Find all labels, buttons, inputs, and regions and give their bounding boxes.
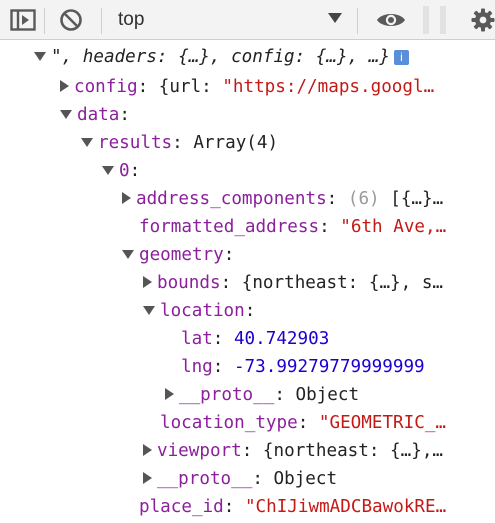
property-value: : <box>297 413 319 433</box>
tree-row-geometry-proto[interactable]: __proto__: Object <box>143 466 337 492</box>
array-length: (6) <box>347 189 380 209</box>
console-object-tree: ", headers: {…}, config: {…}, …} i config… <box>0 40 495 523</box>
property-key: data <box>77 105 120 125</box>
property-key: 0 <box>119 161 130 181</box>
toolbar-divider <box>44 8 45 34</box>
property-key: address_components <box>136 189 327 209</box>
property-value: : {northeast: {…},… <box>241 441 444 461</box>
property-value: : <box>326 189 348 209</box>
tree-row-response-summary[interactable]: ", headers: {…}, config: {…}, …} i <box>34 44 409 70</box>
string-value: "6th Ave,… <box>340 217 447 237</box>
collapse-icon <box>34 51 46 61</box>
property-key: place_id <box>139 497 224 517</box>
sidebar-icon <box>10 9 36 31</box>
property-key: lat <box>181 329 213 349</box>
tree-row-address-components[interactable]: address_components: (6) [{…}… <box>122 186 443 212</box>
response-summary-text: ", headers: {…}, config: {…}, …} <box>51 47 390 67</box>
tree-row-bounds[interactable]: bounds: {northeast: {…}, s… <box>143 270 443 296</box>
eye-icon <box>377 14 405 26</box>
property-value: : <box>212 329 234 349</box>
clear-console-icon <box>60 9 82 31</box>
expand-icon <box>165 387 174 400</box>
scroll-handle[interactable] <box>440 6 446 34</box>
tree-row-config[interactable]: config: {url: "https://maps.googl… <box>60 74 434 100</box>
expand-icon <box>143 275 152 288</box>
property-value: : <box>212 357 234 377</box>
property-key: location_type <box>160 413 298 433</box>
property-value: : Object <box>274 385 360 405</box>
property-key: viewport <box>157 441 242 461</box>
tree-row-viewport[interactable]: viewport: {northeast: {…},… <box>143 438 443 464</box>
property-value: : Array(4) <box>172 133 279 153</box>
property-value: : {url: <box>137 77 223 97</box>
toggle-sidebar-button[interactable] <box>6 0 40 40</box>
property-key: results <box>98 133 173 153</box>
info-icon[interactable]: i <box>393 49 409 65</box>
settings-button[interactable] <box>470 0 495 40</box>
expand-icon <box>143 471 152 484</box>
property-value: : Object <box>252 469 338 489</box>
property-key: bounds <box>157 273 221 293</box>
clear-console-button[interactable] <box>56 0 86 40</box>
filter-input-edge[interactable] <box>423 6 429 34</box>
property-key: lng <box>181 357 213 377</box>
property-key: location <box>160 301 245 321</box>
collapse-icon <box>122 249 134 259</box>
context-label: top <box>118 9 145 30</box>
property-value: : <box>223 497 245 517</box>
number-value: 40.742903 <box>233 329 330 349</box>
property-value: : <box>244 301 256 321</box>
tree-row-lat[interactable]: lat: 40.742903 <box>181 326 329 352</box>
tree-row-location[interactable]: location: <box>143 298 255 324</box>
property-value: : <box>319 217 341 237</box>
tree-row-place-id[interactable]: place_id: "ChIJiwmADCBawokRE… <box>139 494 446 520</box>
tree-row-index-0[interactable]: 0: <box>102 158 140 184</box>
toolbar-divider <box>101 8 102 34</box>
property-key: geometry <box>139 245 224 265</box>
tree-row-results[interactable]: results: Array(4) <box>81 130 278 156</box>
array-preview: [{…}… <box>379 189 444 209</box>
property-key: __proto__ <box>179 385 275 405</box>
expand-icon <box>143 443 152 456</box>
tree-row-location-proto[interactable]: __proto__: Object <box>165 382 359 408</box>
dropdown-caret-icon <box>328 13 342 23</box>
tree-row-data[interactable]: data: <box>60 102 130 128</box>
property-key: config <box>74 77 138 97</box>
live-expression-button[interactable] <box>372 0 410 40</box>
collapse-icon <box>60 109 72 119</box>
collapse-icon <box>102 165 114 175</box>
collapse-icon <box>143 305 155 315</box>
string-value: "GEOMETRIC_… <box>318 413 446 433</box>
property-key: __proto__ <box>157 469 253 489</box>
collapse-icon <box>81 137 93 147</box>
property-value: : {northeast: {…}, s… <box>220 273 444 293</box>
string-value: "ChIJiwmADCBawokRE… <box>244 497 447 517</box>
property-value: : <box>119 105 130 125</box>
property-key: formatted_address <box>139 217 320 237</box>
tree-row-geometry[interactable]: geometry: <box>122 242 234 268</box>
gear-icon <box>471 8 494 32</box>
tree-row-formatted-address[interactable]: formatted_address: "6th Ave,… <box>139 214 446 240</box>
console-toolbar: top <box>0 0 495 40</box>
tree-row-location-type[interactable]: location_type: "GEOMETRIC_… <box>160 410 446 436</box>
property-value: : <box>129 161 141 181</box>
expand-icon <box>122 191 131 204</box>
expand-icon <box>60 79 69 92</box>
string-value: "https://maps.googl… <box>222 77 435 97</box>
tree-row-lng[interactable]: lng: -73.99279779999999 <box>181 354 425 380</box>
number-value: -73.99279779999999 <box>233 357 425 377</box>
toolbar-divider <box>357 8 358 34</box>
property-value: : <box>223 245 235 265</box>
